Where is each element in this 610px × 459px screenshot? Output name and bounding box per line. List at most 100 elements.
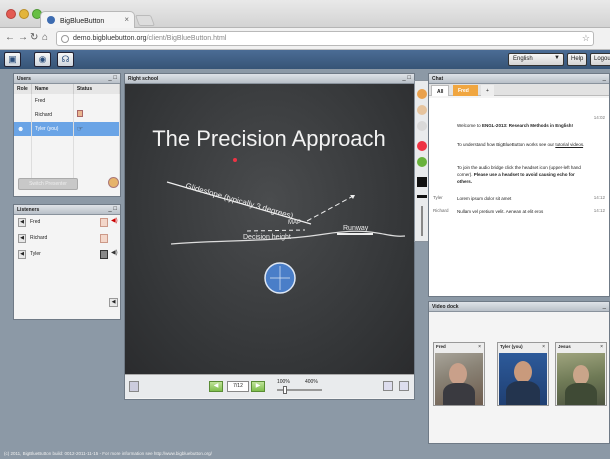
browser-titlebar: BigBlueButton ×	[0, 0, 610, 28]
table-row[interactable]: Richard	[14, 107, 121, 122]
slide-title: The Precision Approach	[152, 126, 386, 151]
desktop-share-button[interactable]: ▣	[4, 52, 21, 67]
listener-name: Tyler	[30, 251, 41, 257]
message-time: 14:12	[593, 195, 605, 200]
ellipse-tool-icon[interactable]	[417, 121, 427, 131]
window-controls-icon[interactable]: _ □	[402, 75, 411, 81]
mute-icon[interactable]	[100, 218, 108, 227]
list-item[interactable]: ◀ Tyler ◀)	[14, 247, 120, 263]
close-tab-icon[interactable]: ×	[124, 15, 129, 24]
pencil-tool-icon[interactable]	[417, 89, 427, 99]
window-controls-icon[interactable]: _ □	[108, 75, 117, 81]
undo-tool-icon[interactable]	[417, 141, 427, 151]
col-name: Name	[31, 84, 74, 94]
users-panel-title: Users	[17, 76, 31, 82]
bookmark-star-icon[interactable]: ☆	[582, 33, 590, 44]
video-window[interactable]: Fred ×	[433, 342, 485, 406]
tutorial-link[interactable]: tutorial videos	[555, 142, 583, 147]
message-text: Lorem ipsum dolor sit amet	[457, 196, 512, 201]
minimize-icon[interactable]: _	[603, 303, 606, 309]
clear-tool-icon[interactable]	[417, 157, 427, 167]
logout-button[interactable]: Logout	[590, 53, 610, 66]
upload-icon[interactable]	[129, 381, 139, 392]
mute-all-icon[interactable]: ◀	[109, 298, 118, 307]
color-picker-icon[interactable]	[417, 177, 427, 187]
minimize-window-button[interactable]	[19, 9, 29, 19]
users-panel: Users _ □ Role Name Status Fred Richard …	[13, 73, 121, 197]
mute-icon[interactable]	[100, 234, 108, 243]
webcam-button[interactable]: ◉	[34, 52, 51, 67]
help-button[interactable]: Help	[567, 53, 588, 66]
headset-button[interactable]: ☊	[57, 52, 74, 67]
chat-panel-title: Chat	[432, 76, 444, 82]
speaker-icon[interactable]: ◀	[18, 218, 26, 227]
rectangle-tool-icon[interactable]	[417, 105, 427, 115]
pointer-icon	[233, 158, 237, 162]
new-tab-button[interactable]	[134, 15, 156, 26]
users-table: Role Name Status Fred Richard ☻ Tyler (y…	[14, 84, 121, 180]
listener-name: Richard	[30, 235, 48, 241]
message-sender: Tyler	[433, 195, 443, 200]
reload-icon[interactable]: ↻	[30, 32, 38, 43]
presenter-icon: ☻	[17, 125, 25, 133]
chat-panel: Chat _ All Fred + 14:02 Welcome to ENGL-…	[428, 73, 610, 297]
missed-approach-line	[306, 194, 356, 222]
talking-icon: ◀)	[111, 250, 118, 256]
speaker-icon[interactable]: ◀	[18, 234, 26, 243]
listener-name: Fred	[30, 219, 41, 225]
page-number[interactable]: 7/12	[227, 381, 249, 392]
settings-icon[interactable]	[108, 177, 119, 188]
zoom-slider[interactable]	[277, 386, 322, 394]
table-row[interactable]: ☻ Tyler (you) ☞	[14, 122, 121, 136]
home-icon[interactable]: ⌂	[42, 32, 48, 43]
close-window-button[interactable]	[6, 9, 16, 19]
whiteboard-toolbar	[414, 80, 429, 242]
previous-slide-button[interactable]: ◀	[209, 381, 223, 392]
video-user-name: Tyler (you)	[500, 344, 523, 349]
chat-messages: 14:02 Welcome to ENGL-2013: Research Met…	[429, 98, 609, 296]
fit-width-icon[interactable]	[399, 381, 409, 391]
back-arrow-icon[interactable]: ←	[5, 32, 15, 43]
lock-icon[interactable]	[100, 250, 108, 259]
switch-presenter-button[interactable]: Switch Presenter	[18, 178, 78, 190]
user-name: Fred	[31, 94, 74, 107]
message-text: Nullam vel pretium velit. Aenean at elit…	[457, 209, 544, 214]
address-bar[interactable]: demo.bigbluebutton.org/client/BigBlueBut…	[56, 31, 594, 46]
window-controls-icon[interactable]: _ □	[108, 206, 117, 212]
fit-page-icon[interactable]	[383, 381, 393, 391]
next-slide-button[interactable]: ▶	[251, 381, 265, 392]
raised-hand-icon	[76, 110, 83, 117]
close-video-icon[interactable]: ×	[542, 344, 545, 350]
browser-urlbar: ← → ↻ ⌂ demo.bigbluebutton.org/client/Bi…	[0, 28, 610, 70]
table-row[interactable]: Fred	[14, 94, 121, 107]
zoom-max-label: 400%	[305, 379, 318, 385]
language-select[interactable]: English ▼	[508, 53, 564, 66]
users-panel-header: Users _ □	[14, 74, 120, 84]
video-window[interactable]: Tyler (you) ×	[497, 342, 549, 406]
close-video-icon[interactable]: ×	[600, 344, 603, 350]
thickness-slider[interactable]	[421, 206, 423, 236]
map-label: MAP	[288, 220, 301, 226]
tab-fred[interactable]: Fred	[453, 85, 478, 96]
zoom-slider-thumb[interactable]	[283, 386, 287, 394]
minimize-icon[interactable]: _	[603, 75, 606, 81]
list-item[interactable]: ◀ Richard	[14, 231, 120, 247]
listeners-panel-title: Listeners	[17, 207, 40, 213]
zoom-min-label: 100%	[277, 379, 290, 385]
tab-all[interactable]: All	[431, 85, 450, 96]
tab-add[interactable]: +	[481, 85, 494, 96]
video-user-name: Fred	[436, 344, 446, 349]
video-user-name: Jesus	[558, 344, 571, 349]
forward-arrow-icon[interactable]: →	[18, 32, 28, 43]
app-toolbar: ▣ ◉ ☊ English ▼ Help Logout	[0, 50, 610, 69]
video-window[interactable]: Jesus ×	[555, 342, 607, 406]
speaker-icon[interactable]: ◀	[18, 250, 26, 259]
list-item[interactable]: ◀ Fred ◀)	[14, 215, 120, 231]
video-dock-panel: Video dock _ Fred × Tyler (you) × Jesus …	[428, 301, 610, 444]
tutorial-message: To understand how BigBlueButton works se…	[457, 142, 585, 147]
thickness-icon[interactable]	[417, 195, 427, 198]
webcam-feed	[435, 353, 483, 405]
browser-tab[interactable]: BigBlueButton ×	[40, 11, 135, 28]
close-video-icon[interactable]: ×	[478, 344, 481, 350]
message-sender: Richard	[433, 208, 449, 213]
